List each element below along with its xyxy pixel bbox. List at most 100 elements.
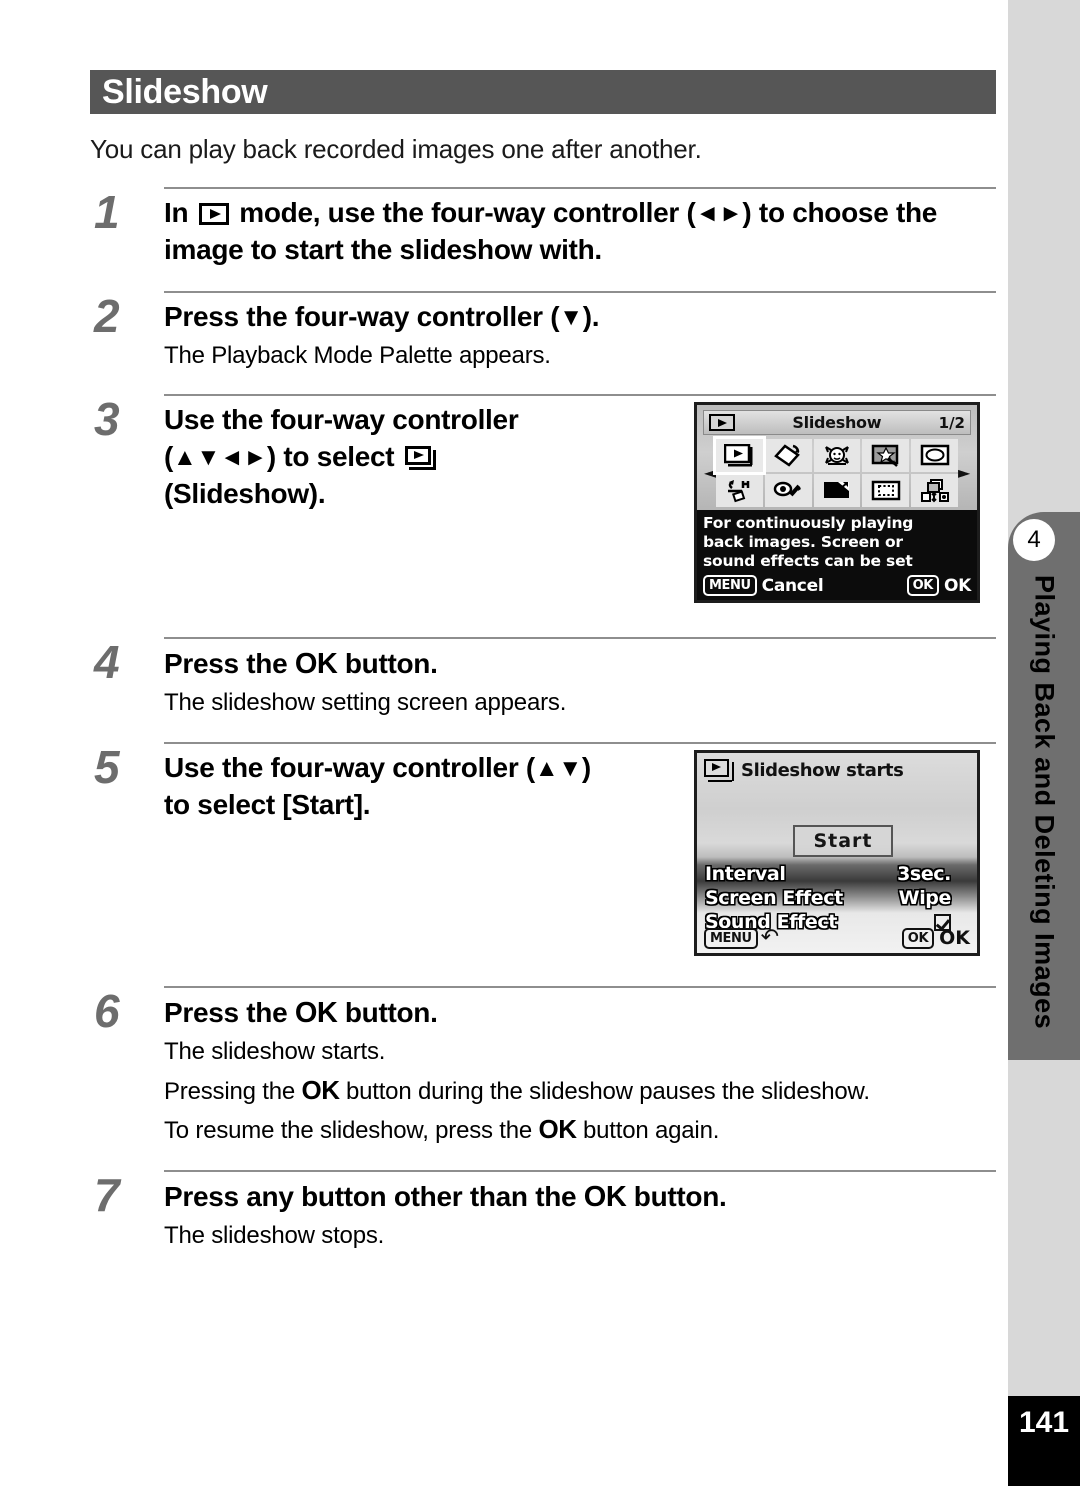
step-title-post: button. [337,997,438,1029]
slideshow-setting-screen: Slideshow starts Start Interval 3sec. Sc… [694,750,980,957]
ok-button-label: OK [294,997,338,1030]
step-note: The slideshow stops. [164,1222,385,1250]
playback-mode-icon [709,414,735,432]
palette-prev-arrow[interactable]: ◄ [704,465,716,481]
setting-row-interval[interactable]: Interval 3sec. [705,863,969,887]
menu-action-label: Cancel [761,575,824,596]
step-title-pre: Press any button other than the [164,1181,584,1213]
setting-value: Wipe [898,886,952,909]
step-title-line1: Use the four-way controller [164,404,519,436]
note-post: button again. [576,1117,720,1145]
palette-item-voice-memo[interactable] [764,474,812,508]
resize-icon [823,481,849,498]
step-3: 3 Use the four-way controller (▲▼◄►) to … [90,393,996,604]
menu-button[interactable]: MENU [704,927,758,949]
left-arrow-icon: ◄ [695,200,719,227]
step-title-line3: (Slideshow). [164,478,326,510]
palette-caption: For continuously playing back images. Sc… [697,510,977,574]
red-eye-compensation-icon [728,479,750,503]
step-number: 7 [94,1169,120,1222]
step-body: Press the OK button. The slideshow setti… [164,637,996,720]
section-intro: You can play back recorded images one af… [90,134,702,164]
palette-item-digital-filter[interactable] [862,439,910,473]
ok-button-label: OK [294,648,338,681]
ok-button[interactable]: OK [906,575,939,597]
down-arrow-icon: ▼ [196,444,221,472]
step-number: 5 [94,741,120,794]
step-2: 2 Press the four-way controller (▼). The… [90,289,996,373]
palette-background: Slideshow 1/2 ◄ ► [697,405,977,511]
palette-item-image-rotation[interactable] [764,439,812,473]
step-title: Press the four-way controller (▼). [164,300,600,332]
palette-item-cropping[interactable] [862,474,910,508]
section-header: Slideshow [90,70,996,114]
step-note-3: To resume the slideshow, press the OK bu… [164,1111,996,1148]
image-rotation-icon [774,444,801,467]
page-content: Slideshow You can play back recorded ima… [90,0,996,1253]
step-title: Press any button other than the OK butto… [164,1178,996,1216]
chapter-number-badge: 4 [1013,519,1055,561]
palette-item-red-eye-compensation[interactable] [716,474,763,508]
slideshow-setting-rows: Interval 3sec. Screen Effect Wipe Sound … [705,863,969,935]
step-number: 3 [94,393,120,446]
slideshow-icon [404,446,436,471]
playback-mode-icon [198,203,229,225]
step-number: 1 [94,186,120,238]
playback-mode-palette-screen: Slideshow 1/2 ◄ ► For continuously playi… [694,402,980,604]
ok-button-label: OK [538,1114,578,1145]
palette-title: Slideshow [792,413,882,433]
step-title: Press the OK button. [164,645,996,683]
slideshow-icon [724,443,753,467]
step-body: Press the OK button. The slideshow start… [164,986,996,1148]
setting-label: Interval [705,863,786,886]
frame-composite-icon [920,444,949,466]
down-arrow-icon: ▼ [559,303,583,331]
right-arrow-icon: ► [718,200,743,227]
start-button[interactable]: Start [793,825,893,858]
step-note-2: Pressing the OK button during the slides… [164,1072,996,1109]
voice-memo-icon [773,481,802,497]
palette-bottom-bar: MENU Cancel OK OK [697,573,977,601]
ok-action-label: OK [939,927,970,950]
step-title-pre: Press the [164,997,295,1029]
note-pre: To resume the slideshow, press the [164,1117,539,1145]
chapter-title-text: Playing Back and Deleting Images [1029,575,1060,1030]
setting-row-screen-effect[interactable]: Screen Effect Wipe [705,887,969,911]
palette-caption-line3: sound effects can be set [703,552,913,571]
step-body: In mode, use the four-way controller (◄►… [164,187,996,269]
palette-item-frame-composite[interactable] [911,439,958,473]
palette-item-image-copy[interactable] [911,474,958,508]
palette-page-indicator: 1/2 [938,413,965,432]
palette-next-arrow[interactable]: ► [958,465,970,481]
menu-button[interactable]: MENU [703,575,757,597]
palette-item-resize[interactable] [813,474,861,508]
slideshow-icon [704,759,734,783]
slideshow-setting-background: Slideshow starts Start Interval 3sec. Sc… [697,753,977,954]
step-6: 6 Press the OK button. The slideshow sta… [90,986,996,1148]
ok-button-label: OK [301,1074,340,1105]
step-title-post: button. [337,648,438,680]
slideshow-setting-bottom-bar: MENU ↶ OK OK [697,927,977,949]
step-body: Press the four-way controller (▼). The P… [164,290,996,373]
step-title: Press the OK button. [164,994,996,1032]
chapter-title: Playing Back and Deleting Images [1008,575,1080,1055]
setting-label: Screen Effect [705,886,843,909]
ok-button[interactable]: OK [901,927,935,949]
step-title-pre: Press the [164,648,295,680]
step-title: In mode, use the four-way controller (◄►… [164,197,938,265]
note-post: button during the slideshow pauses the s… [339,1077,870,1105]
palette-item-slideshow[interactable] [713,436,766,476]
step-number: 2 [94,289,120,342]
step-5: 5 Use the four-way controller (▲▼) to se… [90,741,996,957]
step-7: 7 Press any button other than the OK but… [90,1170,996,1253]
page-number: 141 [1008,1396,1080,1486]
left-arrow-icon: ◄ [219,444,244,472]
step-note: The Playback Mode Palette appears. [164,341,551,369]
palette-item-small-face-filter[interactable] [813,439,861,473]
palette-caption-line1: For continuously playing [703,514,914,533]
slideshow-setting-header-text: Slideshow starts [741,760,904,782]
step-note: The slideshow setting screen appears. [164,689,567,717]
step-4: 4 Press the OK button. The slideshow set… [90,637,996,720]
up-arrow-icon: ▲ [534,755,559,783]
setting-value: 3sec. [897,863,951,886]
